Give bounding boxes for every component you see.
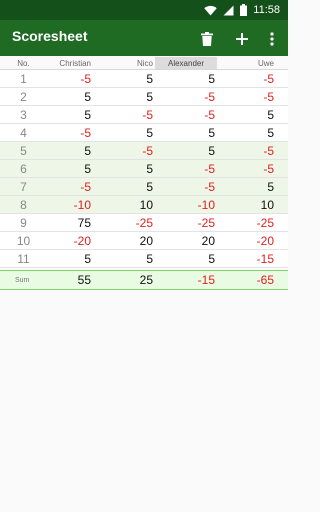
table-row[interactable]: 1 -5 5 5 -5 [0, 70, 288, 88]
round-number: 7 [20, 179, 27, 194]
score-table: No. Christian Nico Alexander Uwe 1 -5 5 5 -5… [0, 57, 288, 290]
score-cell[interactable]: 5 [155, 124, 217, 141]
score-cell[interactable]: -15 [217, 250, 288, 267]
sum-value: 55 [77, 273, 91, 287]
score-rows: 1 -5 5 5 -5 2 5 5 -5 -5 3 5 -5 -5 5 4 -5 5 5 5 5 5 -5 5 -5 6 5 5 -5-… [0, 70, 288, 268]
add-button[interactable] [231, 28, 253, 50]
header-player-2[interactable]: Nico [93, 57, 155, 69]
table-row[interactable]: 8 -10 10 -10 10 [0, 196, 288, 214]
header-player-4[interactable]: Uwe [217, 57, 288, 69]
round-number: 2 [20, 89, 27, 104]
score-cell[interactable]: 5 [217, 178, 288, 195]
table-row[interactable]: 2 5 5 -5 -5 [0, 88, 288, 106]
score-cell[interactable]: 5 [93, 70, 155, 87]
score-cell[interactable]: -5 [47, 70, 93, 87]
app-title: Scoresheet [12, 28, 88, 44]
score-cell[interactable]: 5 [47, 250, 93, 267]
score-cell[interactable]: -10 [47, 196, 93, 213]
round-number: 4 [20, 125, 27, 140]
score-cell[interactable]: -5 [217, 70, 288, 87]
table-row[interactable]: 7 -5 5 -5 5 [0, 178, 288, 196]
score-cell[interactable]: 5 [217, 106, 288, 123]
score-cell[interactable]: -5 [93, 106, 155, 123]
table-row[interactable]: 6 5 5 -5 -5 [0, 160, 288, 178]
score-cell[interactable]: 5 [93, 88, 155, 105]
score-cell[interactable]: -25 [155, 214, 217, 231]
round-number: 9 [20, 215, 27, 230]
table-row[interactable]: 11 5 5 5 -15 [0, 250, 288, 268]
score-cell[interactable]: 5 [47, 142, 93, 159]
score-cell[interactable]: -5 [47, 124, 93, 141]
signal-icon [223, 1, 234, 20]
score-cell[interactable]: 5 [155, 70, 217, 87]
header-player-1[interactable]: Christian [47, 57, 93, 69]
table-row[interactable]: 10 -20 20 20 -20 [0, 232, 288, 250]
score-cell[interactable]: 5 [93, 160, 155, 177]
status-time: 11:58 [253, 4, 280, 16]
trash-icon [201, 32, 213, 46]
score-cell[interactable]: 5 [47, 160, 93, 177]
sum-value: -15 [197, 273, 215, 287]
status-bar: 11:58 [0, 0, 288, 20]
sum-label: Sum [15, 276, 30, 284]
table-header: No. Christian Nico Alexander Uwe [0, 57, 288, 70]
round-number: 3 [20, 107, 27, 122]
score-cell[interactable]: 75 [47, 214, 93, 231]
sum-value: -65 [256, 273, 274, 287]
app-bar: Scoresheet [0, 20, 288, 56]
score-cell[interactable]: -5 [155, 160, 217, 177]
round-number: 11 [17, 251, 30, 266]
score-cell[interactable]: -5 [47, 178, 93, 195]
battery-icon [240, 1, 248, 20]
score-cell[interactable]: 5 [93, 124, 155, 141]
score-cell[interactable]: 5 [47, 88, 93, 105]
score-cell[interactable]: -20 [217, 232, 288, 249]
table-row[interactable]: 9 75 -25 -25 -25 [0, 214, 288, 232]
table-row[interactable]: 3 5 -5 -5 5 [0, 106, 288, 124]
score-cell[interactable]: -10 [155, 196, 217, 213]
score-cell[interactable]: 5 [155, 250, 217, 267]
score-cell[interactable]: 20 [155, 232, 217, 249]
table-row[interactable]: 5 5 -5 5 -5 [0, 142, 288, 160]
score-cell[interactable]: -5 [217, 160, 288, 177]
more-vert-icon [270, 32, 274, 46]
score-cell[interactable]: 10 [217, 196, 288, 213]
score-cell[interactable]: -5 [217, 142, 288, 159]
score-cell[interactable]: -5 [155, 106, 217, 123]
round-number: 10 [16, 233, 31, 248]
score-cell[interactable]: -20 [47, 232, 93, 249]
sum-row: Sum 55 25 -15 -65 [0, 270, 288, 290]
plus-icon [236, 33, 248, 45]
score-cell[interactable]: -5 [155, 88, 217, 105]
header-player-3[interactable]: Alexander [155, 57, 217, 69]
score-cell[interactable]: 5 [47, 106, 93, 123]
score-cell[interactable]: -5 [155, 178, 217, 195]
round-number: 1 [20, 71, 27, 86]
score-cell[interactable]: 5 [93, 178, 155, 195]
wifi-icon [204, 1, 217, 20]
score-cell[interactable]: 5 [93, 250, 155, 267]
score-cell[interactable]: -25 [93, 214, 155, 231]
sum-value: 25 [139, 273, 153, 287]
table-row[interactable]: 4 -5 5 5 5 [0, 124, 288, 142]
overflow-menu-button[interactable] [261, 28, 283, 50]
header-no: No. [17, 58, 30, 68]
delete-button[interactable] [196, 28, 218, 50]
round-number: 6 [20, 161, 27, 176]
score-cell[interactable]: -5 [93, 142, 155, 159]
score-cell[interactable]: 20 [93, 232, 155, 249]
score-cell[interactable]: 10 [93, 196, 155, 213]
score-cell[interactable]: 5 [155, 142, 217, 159]
round-number: 8 [20, 197, 27, 212]
score-cell[interactable]: -5 [217, 88, 288, 105]
status-icons: 11:58 [204, 2, 280, 18]
score-cell[interactable]: -25 [217, 214, 288, 231]
score-cell[interactable]: 5 [217, 124, 288, 141]
round-number: 5 [20, 143, 27, 158]
